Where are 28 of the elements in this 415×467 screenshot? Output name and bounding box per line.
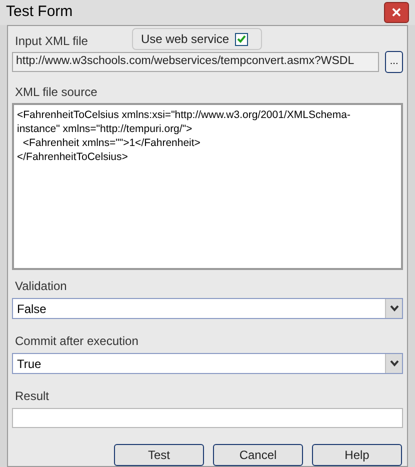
browse-button[interactable]: ... — [385, 51, 403, 73]
dialog-button[interactable]: Test — [114, 444, 204, 466]
url-value: http://www.w3schools.com/webservices/tempconvert.asmx?WSDL — [15, 54, 354, 70]
input-field[interactable]: http://www.w3schools.com/webservices/tempconvert.asmx?WSDL — [12, 52, 380, 72]
xml-text-area[interactable]: <FahrenheitToCelsius xmlns:xsi="http://www.w3.org/2001/XMLSchema- instance" xmlns="http://tempuri.org/"> <Fahrenheit xmlns="">1</Fahrenheit> </FahrenheitToCelsius> — [12, 103, 403, 270]
dialog-button[interactable]: Cancel — [213, 444, 303, 466]
checkbox[interactable] — [235, 32, 248, 46]
field-label: Input XML file — [14, 33, 89, 50]
dropdown[interactable]: False — [12, 298, 403, 319]
dropdown[interactable]: True — [12, 353, 403, 374]
chevron-down-icon[interactable] — [385, 299, 402, 318]
field-label: Commit after execution — [14, 333, 140, 350]
code-line: instance" xmlns="http://tempuri.org/"> — [17, 122, 192, 136]
result-field[interactable] — [12, 408, 403, 428]
code-line: <FahrenheitToCelsius xmlns:xsi="http://www.w3.org/2001/XMLSchema- — [17, 108, 350, 122]
field-label: Validation — [14, 278, 68, 295]
window-title: Test Form — [6, 2, 73, 22]
dropdown-value: False — [16, 300, 46, 318]
chevron-down-icon[interactable] — [385, 354, 402, 373]
field-label: Result — [14, 388, 50, 405]
checkbox-label: Use web service — [141, 31, 230, 48]
field-label: XML file source — [14, 84, 98, 101]
dialog-button[interactable]: Help — [312, 444, 402, 466]
close-button[interactable]: ✕ — [384, 2, 409, 23]
code-line: </FahrenheitToCelsius> — [17, 150, 128, 164]
code-line: <Fahrenheit xmlns="">1</Fahrenheit> — [22, 136, 200, 150]
check-icon — [237, 35, 246, 43]
dropdown-value: True — [16, 356, 42, 372]
